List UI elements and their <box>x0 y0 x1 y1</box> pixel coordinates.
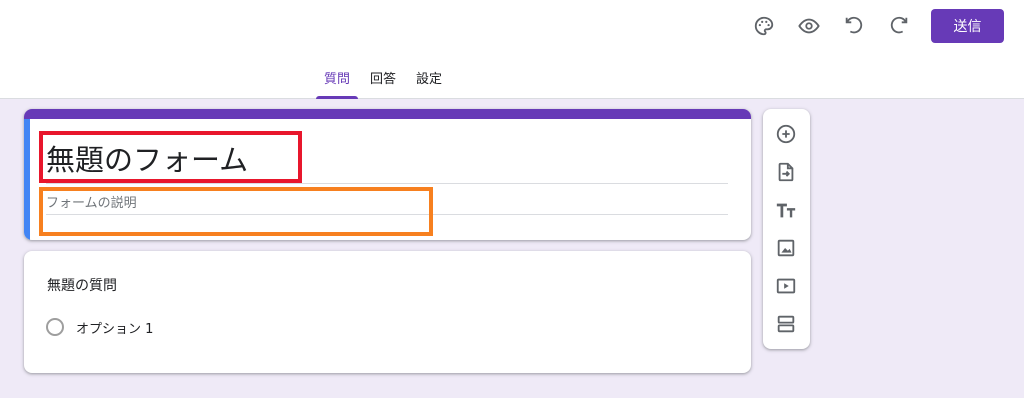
question-title[interactable]: 無題の質問 <box>47 275 117 295</box>
tab-responses[interactable]: 回答 <box>362 70 404 99</box>
add-section-icon[interactable] <box>773 311 799 337</box>
import-questions-icon[interactable] <box>773 159 799 185</box>
tab-bar: 質問 回答 設定 <box>316 70 454 99</box>
option-label[interactable]: オプション 1 <box>76 318 153 337</box>
palette-icon[interactable] <box>750 12 778 40</box>
radio-circle-icon <box>46 318 64 336</box>
add-video-icon[interactable] <box>773 273 799 299</box>
add-question-icon[interactable] <box>773 121 799 147</box>
preview-eye-icon[interactable] <box>795 12 823 40</box>
form-title-input[interactable]: 無題のフォーム <box>46 140 728 184</box>
send-button[interactable]: 送信 <box>931 9 1004 43</box>
tab-questions[interactable]: 質問 <box>316 70 359 99</box>
floating-toolbar <box>763 109 810 349</box>
question-card[interactable]: 無題の質問 オプション 1 <box>24 251 751 373</box>
focus-indicator-bar <box>24 119 30 240</box>
app-header: 送信 質問 回答 設定 <box>0 0 1024 99</box>
option-item[interactable]: オプション 1 <box>46 317 153 337</box>
undo-icon[interactable] <box>840 12 868 40</box>
accent-top-bar <box>24 109 751 119</box>
add-title-icon[interactable] <box>773 197 799 223</box>
tab-settings[interactable]: 設定 <box>408 70 450 99</box>
redo-icon[interactable] <box>885 12 913 40</box>
add-image-icon[interactable] <box>773 235 799 261</box>
form-description-input[interactable]: フォームの説明 <box>46 195 728 215</box>
form-title-card[interactable]: 無題のフォーム フォームの説明 <box>24 109 751 240</box>
